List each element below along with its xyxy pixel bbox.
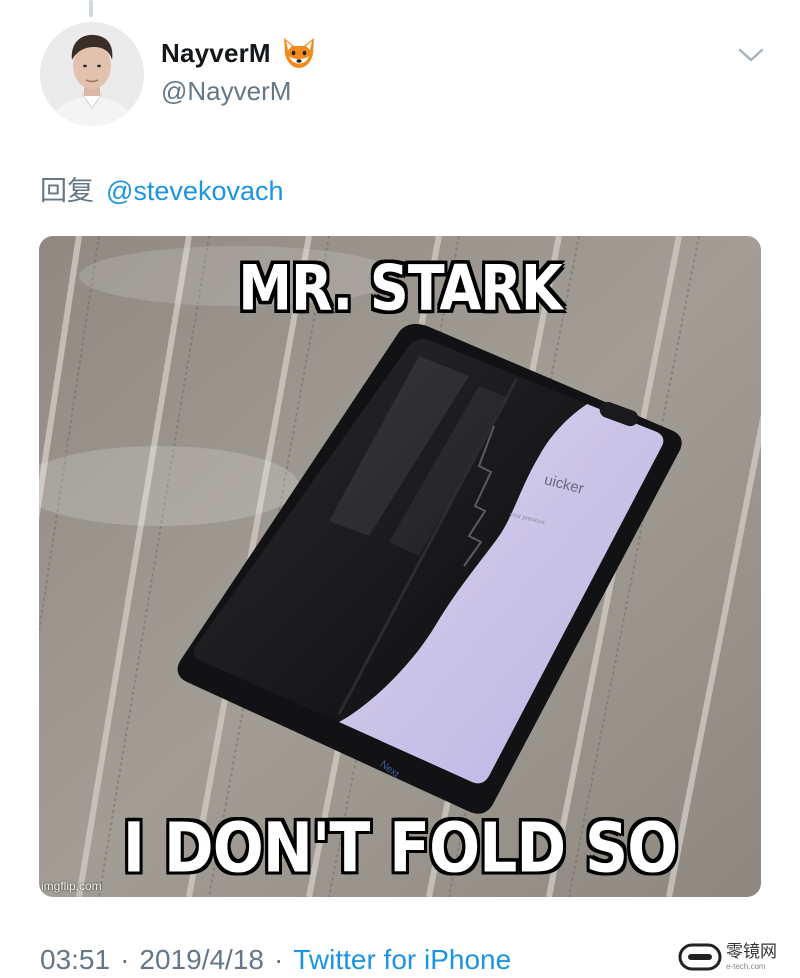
- footer-separator: ·: [273, 944, 284, 975]
- reply-mention-link[interactable]: @stevekovach: [106, 176, 284, 207]
- chevron-down-icon[interactable]: [736, 44, 766, 66]
- tweet-source-link[interactable]: Twitter for iPhone: [293, 944, 511, 976]
- brand-name: 零镜网: [726, 941, 777, 962]
- brand-domain: e-tech.com: [726, 961, 766, 971]
- tweet-time[interactable]: 03:51: [40, 944, 110, 976]
- avatar[interactable]: [40, 22, 144, 126]
- author-display-name[interactable]: NayverM: [161, 38, 271, 69]
- meme-photo: [39, 236, 761, 897]
- meme-top-caption: MR. STARK: [238, 252, 562, 325]
- avatar-image: [40, 22, 144, 126]
- footer-separator: ·: [120, 944, 130, 975]
- brand-logo-icon: [678, 943, 722, 971]
- tweet-view: NayverM @NayverM 回复 @stevekovach uicker …: [0, 0, 800, 978]
- site-watermark: 零镜网 e-tech.com: [678, 938, 796, 976]
- tweet-date[interactable]: 2019/4/18: [139, 944, 264, 976]
- tweet-footer: 03:51 · 2019/4/18 · Twitter for iPhone: [40, 944, 511, 976]
- imgflip-watermark: imgflip.com: [41, 879, 102, 893]
- reply-context: 回复 @stevekovach: [40, 169, 284, 208]
- tweet-media-image[interactable]: uicker your previous Next MR. STARK I DO…: [39, 236, 761, 897]
- thread-connector-line: [89, 0, 93, 17]
- meme-bottom-caption: I DON'T FOLD SO GOOD: [122, 808, 679, 897]
- reply-label: 回复: [40, 176, 94, 206]
- fox-face-icon: [283, 38, 314, 68]
- author-handle[interactable]: @NayverM: [161, 76, 291, 107]
- author-name-row[interactable]: NayverM: [161, 36, 317, 70]
